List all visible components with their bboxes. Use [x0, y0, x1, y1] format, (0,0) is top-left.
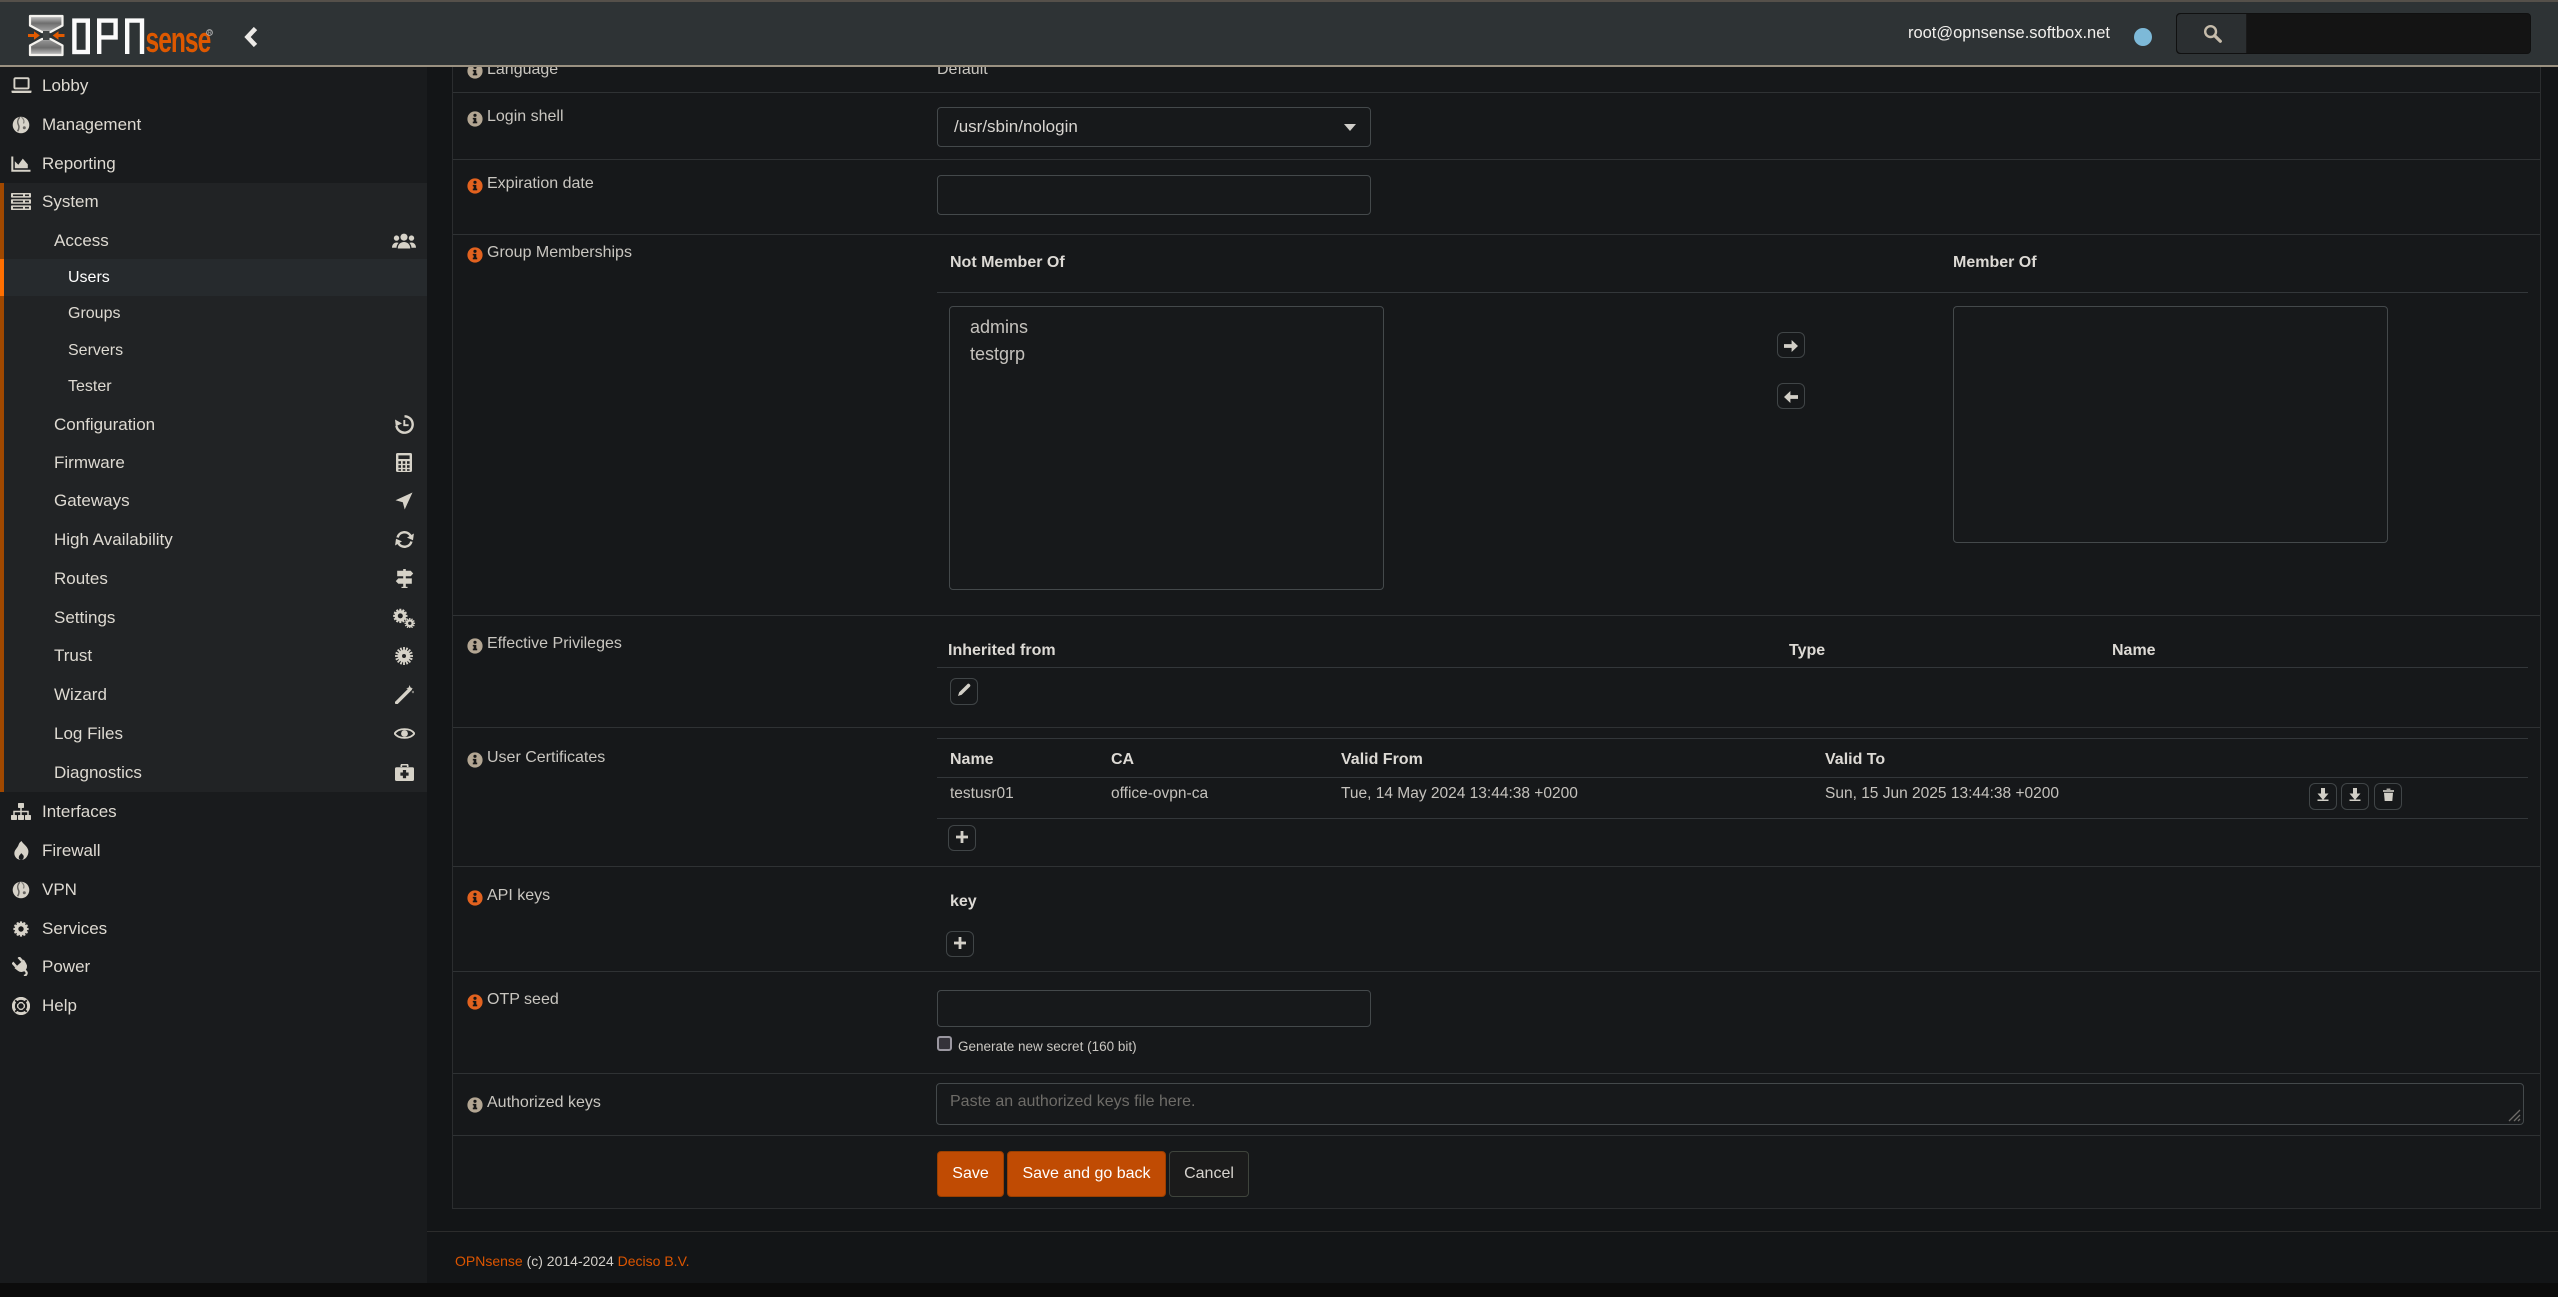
svg-text:R: R	[208, 31, 212, 37]
svg-text:sense: sense	[146, 19, 212, 59]
